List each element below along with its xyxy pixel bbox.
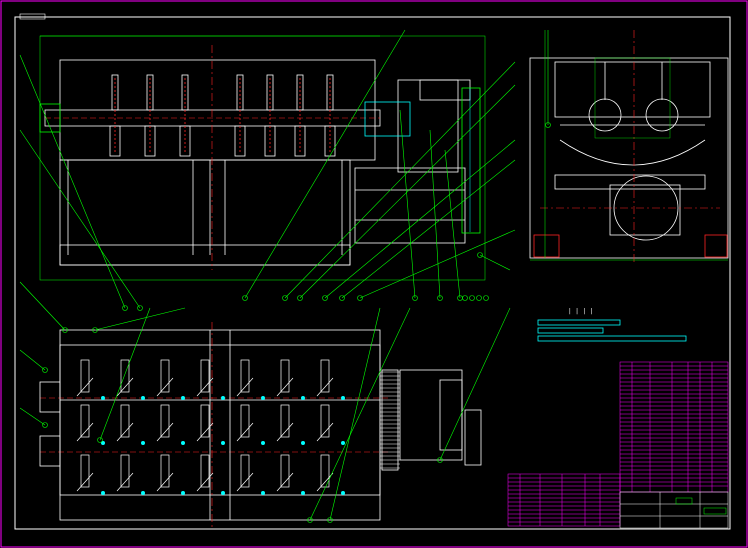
leader-line bbox=[299, 84, 516, 299]
plan-paddle bbox=[116, 454, 145, 495]
coupling bbox=[364, 101, 411, 137]
balloon bbox=[469, 295, 475, 301]
note-line-3 bbox=[537, 335, 687, 342]
drive-gear-teeth bbox=[380, 371, 400, 469]
plan-paddle bbox=[116, 404, 145, 445]
leader-lines bbox=[19, 29, 549, 521]
plan-view-paddles bbox=[76, 359, 345, 495]
leader-line bbox=[19, 281, 66, 331]
part-balloons bbox=[42, 122, 551, 523]
balloon bbox=[483, 295, 489, 301]
plan-paddle bbox=[196, 359, 225, 400]
front-paddle bbox=[234, 74, 246, 157]
front-paddle bbox=[294, 74, 306, 157]
leader-line bbox=[284, 61, 516, 299]
support-frame bbox=[59, 159, 351, 266]
plan-paddle bbox=[196, 404, 225, 445]
plan-left-bearing-top bbox=[39, 381, 61, 413]
balloon bbox=[462, 295, 468, 301]
side-view-border bbox=[529, 57, 729, 259]
plan-paddle bbox=[76, 454, 105, 495]
plan-motor bbox=[399, 369, 463, 461]
front-paddle bbox=[264, 74, 276, 157]
plan-paddle bbox=[276, 404, 305, 445]
plan-paddle bbox=[276, 454, 305, 495]
technical-notes: | | | | bbox=[537, 308, 687, 342]
balloon bbox=[476, 295, 482, 301]
plan-paddle bbox=[156, 454, 185, 495]
leader-line bbox=[94, 307, 186, 331]
front-paddle bbox=[179, 74, 191, 157]
plan-paddle bbox=[76, 404, 105, 445]
leader-line bbox=[439, 307, 511, 461]
plan-paddle bbox=[236, 404, 265, 445]
leader-line bbox=[399, 109, 416, 299]
front-paddle bbox=[109, 74, 121, 157]
front-view-paddles bbox=[109, 74, 336, 157]
leader-line bbox=[479, 254, 511, 271]
plan-paddle bbox=[236, 454, 265, 495]
leader-line bbox=[329, 307, 381, 521]
plan-paddle bbox=[76, 359, 105, 400]
front-view bbox=[39, 35, 486, 281]
leader-line bbox=[19, 349, 46, 371]
plan-paddle bbox=[276, 359, 305, 400]
leader-line bbox=[19, 407, 46, 426]
leader-line bbox=[19, 129, 141, 309]
front-paddle bbox=[144, 74, 156, 157]
plan-view-outer bbox=[59, 329, 381, 521]
leader-line bbox=[429, 129, 441, 299]
leader-line bbox=[244, 29, 406, 299]
gearbox-housing bbox=[397, 79, 459, 173]
note-line-1 bbox=[537, 319, 621, 326]
side-view bbox=[529, 30, 729, 265]
plan-paddle bbox=[196, 454, 225, 495]
sheet-outer-frame bbox=[0, 0, 748, 548]
side-view-cavity-left bbox=[588, 98, 622, 132]
plan-pulley bbox=[464, 409, 482, 466]
leader-line bbox=[99, 307, 151, 441]
note-line-2 bbox=[537, 327, 604, 334]
leader-line bbox=[341, 159, 516, 299]
front-paddle bbox=[324, 74, 336, 157]
plan-paddle bbox=[316, 404, 345, 445]
leader-line bbox=[359, 229, 516, 299]
plan-paddle bbox=[316, 359, 345, 400]
plan-paddle bbox=[156, 359, 185, 400]
plan-paddle bbox=[236, 359, 265, 400]
leader-line bbox=[324, 139, 516, 299]
plan-paddle bbox=[156, 404, 185, 445]
leader-line bbox=[309, 307, 411, 521]
title-block bbox=[619, 491, 729, 529]
side-view-trough bbox=[559, 139, 706, 166]
side-view-cavity-right bbox=[645, 98, 679, 132]
plan-view bbox=[39, 322, 482, 530]
leader-line bbox=[19, 54, 126, 309]
plan-paddle bbox=[116, 359, 145, 400]
parts-list-table bbox=[507, 361, 729, 527]
plan-left-bearing-bottom bbox=[39, 435, 61, 467]
cad-drawing-canvas: | | | | bbox=[0, 0, 748, 548]
notes-heading: | | | | bbox=[568, 308, 593, 315]
